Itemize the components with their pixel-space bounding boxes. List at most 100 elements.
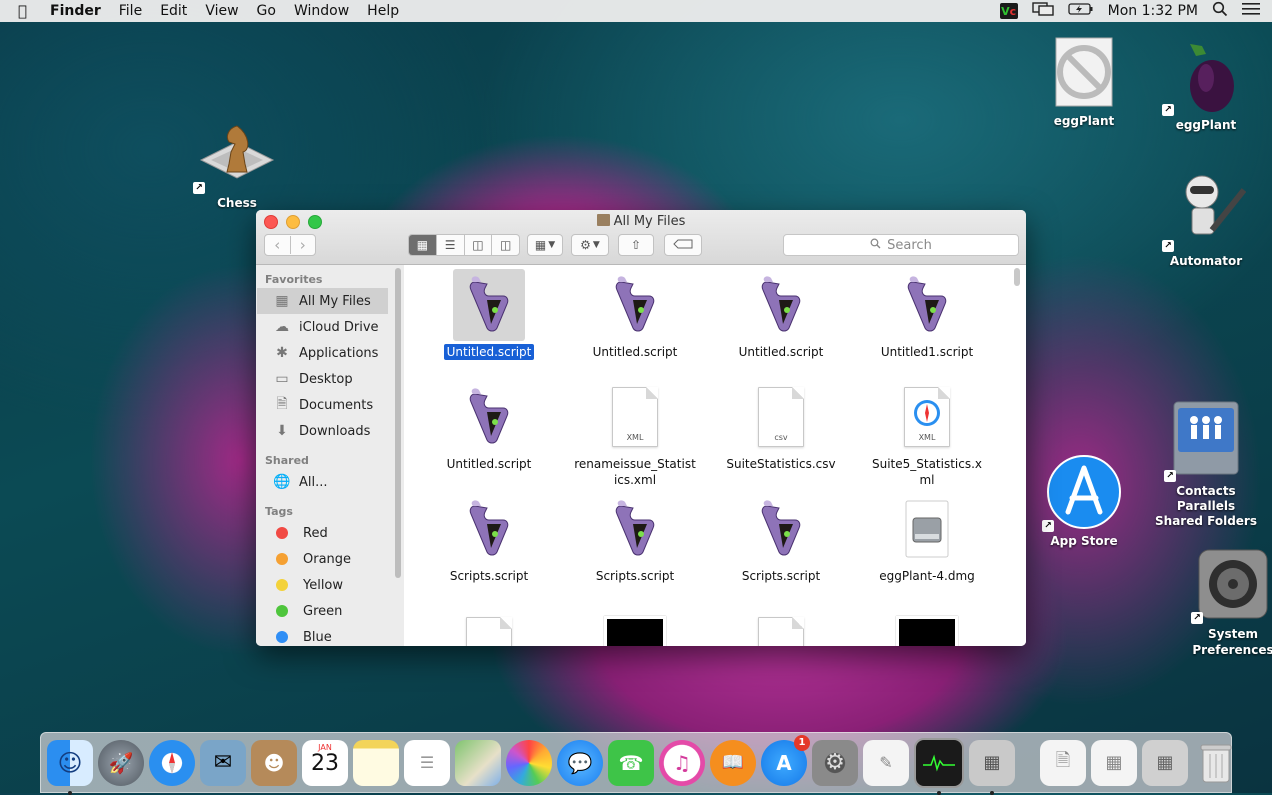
file-name-text: Scripts.script (449, 569, 529, 583)
mail-icon[interactable]: ✉ (200, 739, 246, 786)
menu-edit[interactable]: Edit (160, 3, 187, 19)
sidebar-item-documents[interactable]: 🗎 Documents (256, 392, 404, 418)
sidebar-item-label: All... (299, 474, 328, 490)
forward-button[interactable]: › (291, 236, 316, 254)
coverflow-view-button[interactable]: ◫ (492, 235, 519, 255)
file-item[interactable]: Scripts.script (416, 493, 562, 584)
file-name-line: ics.xml (613, 473, 657, 487)
trash-icon[interactable] (1193, 740, 1239, 786)
search-field[interactable]: Search (783, 234, 1019, 256)
maps-icon[interactable] (455, 739, 501, 786)
messages-icon[interactable]: 💬 (557, 739, 603, 786)
desktop-icon-label: Chess (217, 196, 257, 210)
sidebar-item-all-my-files[interactable]: ▦ All My Files (257, 288, 388, 314)
icon-view-button[interactable]: ▦ (409, 235, 437, 255)
sidebar-tag-yellow[interactable]: Yellow (256, 572, 404, 598)
window-title-text: All My Files (613, 214, 686, 229)
file-item[interactable]: csv SuiteStatistics.csv (708, 381, 854, 472)
display-mirroring-icon[interactable] (1031, 1, 1054, 21)
file-item-partial[interactable] (562, 611, 708, 646)
window-titlebar[interactable]: All My Files ‹ › ▦ ☰ ◫ ◫ ▦ ▼ ⚙ ▼ ⇧ Searc… (256, 210, 1026, 265)
desktop-icon-eggplant-installer[interactable]: eggPlant (1029, 34, 1139, 128)
file-item[interactable]: eggPlant-4.dmg (854, 493, 1000, 584)
sidebar-tag-orange[interactable]: Orange (256, 546, 404, 572)
file-item[interactable]: Untitled.script (416, 269, 562, 360)
menu-go[interactable]: Go (257, 3, 276, 19)
file-item-partial[interactable] (854, 611, 1000, 646)
notes-icon[interactable] (353, 739, 399, 786)
system-preferences-dock-icon[interactable]: ⚙ (812, 739, 858, 786)
file-item[interactable]: Untitled.script (416, 381, 562, 472)
share-icon: ⇧ (630, 238, 642, 252)
photos-icon[interactable] (506, 739, 552, 786)
safari-icon[interactable] (149, 739, 195, 786)
share-button[interactable]: ⇧ (618, 234, 654, 256)
file-item[interactable]: Scripts.script (562, 493, 708, 584)
finder-icon[interactable]: ☺ (47, 739, 93, 795)
battery-icon[interactable] (1067, 2, 1094, 20)
finder-window: All My Files ‹ › ▦ ☰ ◫ ◫ ▦ ▼ ⚙ ▼ ⇧ Searc… (256, 210, 1026, 646)
reminders-icon[interactable]: ☰ (404, 739, 450, 786)
sidebar-tag-green[interactable]: Green (256, 598, 404, 624)
arrange-button[interactable]: ▦ ▼ (527, 234, 563, 256)
cloud-icon: ☁ (275, 319, 289, 335)
textedit-icon[interactable]: ✎ (863, 739, 909, 786)
dock-calculator-doc-icon[interactable]: ▦ (1142, 739, 1188, 786)
vnc-status-icon[interactable]: Vc (999, 3, 1018, 19)
file-item[interactable]: Untitled.script (708, 269, 854, 360)
file-item[interactable]: Untitled.script (562, 269, 708, 360)
menu-file[interactable]: File (119, 3, 142, 19)
sidebar-item-desktop[interactable]: ▭ Desktop (256, 366, 404, 392)
dock-document-icon[interactable]: 🗎 (1040, 739, 1086, 786)
contacts-icon[interactable]: ☻ (251, 739, 297, 786)
desktop-icon-chess[interactable]: ↗ Chess (182, 112, 292, 210)
file-item[interactable]: XML Suite5_Statistics.x ml (854, 381, 1000, 488)
back-button[interactable]: ‹ (265, 236, 291, 254)
file-item-partial[interactable] (416, 611, 562, 646)
clock[interactable]: Mon 1:32 PM (1108, 3, 1198, 19)
desktop-icon-eggplant[interactable]: ↗ eggPlant (1151, 34, 1261, 132)
app-store-dock-icon[interactable]: A 1 (761, 734, 810, 786)
calendar-icon[interactable]: JAN 23 (302, 739, 348, 786)
dock-screenshot-icon[interactable]: ▦ (1091, 739, 1137, 786)
file-extension-label: XML (918, 433, 936, 442)
sidebar-tag-blue[interactable]: Blue (256, 624, 404, 646)
file-name-text: Untitled.script (738, 345, 824, 359)
activity-monitor-icon[interactable] (914, 737, 964, 795)
action-button[interactable]: ⚙ ▼ (571, 234, 609, 256)
launchpad-icon[interactable]: 🚀 (98, 739, 144, 786)
desktop-icon-automator[interactable]: ↗ Automator (1151, 170, 1261, 268)
file-item-partial[interactable] (708, 611, 854, 646)
sidebar-item-shared-all[interactable]: 🌐 All... (256, 469, 404, 495)
spotlight-icon[interactable] (1212, 1, 1228, 21)
list-view-button[interactable]: ☰ (437, 235, 465, 255)
file-item[interactable]: Untitled1.script (854, 269, 1000, 360)
menu-window[interactable]: Window (294, 3, 349, 19)
itunes-icon[interactable]: ♫ (659, 739, 705, 786)
network-globe-icon: 🌐 (273, 474, 291, 490)
notification-center-icon[interactable] (1242, 2, 1260, 20)
file-item[interactable]: Scripts.script (708, 493, 854, 584)
calculator-icon[interactable]: ▦ (969, 739, 1015, 795)
column-view-button[interactable]: ◫ (465, 235, 493, 255)
sidebar-item-icloud-drive[interactable]: ☁ iCloud Drive (256, 314, 404, 340)
apple-menu-icon[interactable]:  (18, 2, 40, 20)
menu-view[interactable]: View (205, 3, 238, 19)
content-scrollbar[interactable] (1014, 268, 1020, 286)
file-name-text: Untitled.script (446, 457, 532, 471)
desktop-icon-contacts-shared[interactable]: ↗ Contacts Parallels Shared Folders (1151, 398, 1261, 529)
menu-help[interactable]: Help (367, 3, 399, 19)
sidebar-item-applications[interactable]: ✱ Applications (256, 340, 404, 366)
desktop-icon-system-preferences[interactable]: ↗ System Preferences (1178, 546, 1272, 658)
sidebar-header-favorites: Favorites (265, 273, 323, 286)
tag-button[interactable] (664, 234, 702, 256)
script-file-icon (453, 381, 525, 453)
ibooks-icon[interactable]: 📖 (710, 739, 756, 786)
sidebar-scrollbar[interactable] (395, 268, 401, 578)
facetime-icon[interactable]: ☎ (608, 739, 654, 786)
sidebar-tag-red[interactable]: Red (256, 520, 404, 546)
desktop-icon-app-store[interactable]: ↗ App Store (1029, 454, 1139, 548)
sidebar-item-downloads[interactable]: ⬇ Downloads (256, 418, 404, 444)
file-item[interactable]: XML renameissue_Statist ics.xml (562, 381, 708, 488)
menu-app-name[interactable]: Finder (50, 3, 101, 19)
